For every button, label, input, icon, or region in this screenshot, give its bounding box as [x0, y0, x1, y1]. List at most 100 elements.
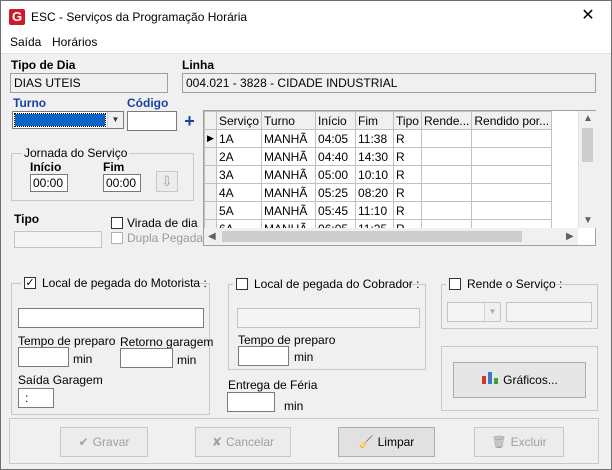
column-header[interactable]: Serviço — [215, 111, 263, 130]
limpar-button[interactable]: 🧹 Limpar — [338, 427, 435, 457]
chevron-down-icon[interactable]: ▼ — [484, 303, 500, 321]
cell-rendido[interactable] — [471, 129, 553, 148]
column-header[interactable]: Rende... — [421, 111, 473, 130]
trash-icon: 🗑 — [491, 435, 507, 449]
cell-rende[interactable] — [421, 201, 473, 220]
scroll-down-icon[interactable]: ▼ — [583, 215, 593, 226]
cell-tipo[interactable]: R — [393, 201, 423, 220]
turno-select[interactable]: ▼ — [12, 111, 124, 129]
tipo-dia-field: DIAS UTEIS — [10, 73, 168, 93]
cell-servico[interactable]: 4A — [215, 183, 263, 202]
row-indicator — [204, 165, 217, 184]
dupla-checkbox[interactable] — [111, 232, 123, 244]
scroll-up-icon[interactable]: ▲ — [583, 113, 593, 124]
cell-tipo[interactable]: R — [393, 147, 423, 166]
menu-saida[interactable]: Saída — [10, 35, 41, 49]
current-row-icon: ▶ — [204, 129, 217, 148]
table-row[interactable]: ▶ 1A MANHÃ 04:05 11:38 R — [204, 129, 553, 148]
cell-rendido[interactable] — [471, 165, 553, 184]
inicio-input[interactable]: 00:00 — [30, 174, 68, 192]
close-button[interactable]: ✕ — [565, 1, 611, 31]
grid-horizontal-scrollbar[interactable]: ◀ ▶ — [204, 228, 578, 245]
scroll-thumb[interactable] — [582, 128, 593, 162]
cell-rende[interactable] — [421, 165, 473, 184]
cell-tipo[interactable]: R — [393, 129, 423, 148]
min-label: min — [177, 353, 197, 367]
rende-field — [506, 302, 592, 322]
jornada-title: Jornada do Serviço — [22, 146, 130, 160]
scroll-left-icon[interactable]: ◀ — [208, 231, 216, 242]
excluir-button[interactable]: 🗑 Excluir — [474, 427, 564, 457]
cell-servico[interactable]: 5A — [215, 201, 263, 220]
column-header[interactable]: Tipo — [393, 111, 423, 130]
table-row[interactable]: 2A MANHÃ 04:40 14:30 R — [204, 147, 553, 166]
cell-rende[interactable] — [421, 147, 473, 166]
motorista-select[interactable] — [18, 308, 204, 328]
cell-rendido[interactable] — [471, 147, 553, 166]
graficos-button[interactable]: Gráficos... — [453, 362, 586, 398]
codigo-input[interactable] — [127, 111, 177, 131]
retorno-input[interactable] — [120, 348, 173, 368]
entrega-input[interactable] — [227, 392, 275, 412]
table-row[interactable]: 4A MANHÃ 05:25 08:20 R — [204, 183, 553, 202]
rende-checkbox[interactable] — [449, 278, 461, 290]
column-header[interactable]: Rendido por... — [471, 111, 553, 130]
cell-fim[interactable]: 08:20 — [355, 183, 395, 202]
column-header[interactable]: Início — [315, 111, 357, 130]
cell-rendido[interactable] — [471, 201, 553, 220]
motorista-checkbox[interactable]: ✓ — [24, 277, 36, 289]
menu-horarios[interactable]: Horários — [52, 35, 97, 49]
app-window: G ESC - Serviços da Programação Horária … — [0, 0, 612, 470]
cell-turno[interactable]: MANHÃ — [261, 201, 317, 220]
cell-fim[interactable]: 11:38 — [355, 129, 395, 148]
cell-inicio[interactable]: 05:00 — [315, 165, 357, 184]
cell-rendido[interactable] — [471, 183, 553, 202]
tipo-select[interactable] — [14, 231, 102, 248]
cell-turno[interactable]: MANHÃ — [261, 183, 317, 202]
cell-inicio[interactable]: 05:45 — [315, 201, 357, 220]
table-row[interactable]: 3A MANHÃ 05:00 10:10 R — [204, 165, 553, 184]
cell-inicio[interactable]: 05:25 — [315, 183, 357, 202]
table-row[interactable]: 5A MANHÃ 05:45 11:10 R — [204, 201, 553, 220]
column-header[interactable]: Fim — [355, 111, 395, 130]
cell-servico[interactable]: 2A — [215, 147, 263, 166]
tempo-preparo-input[interactable] — [18, 347, 69, 367]
saida-input[interactable]: : — [18, 388, 54, 408]
add-icon[interactable]: + — [181, 112, 198, 130]
cell-tipo[interactable]: R — [393, 183, 423, 202]
cobrador-tempo-input[interactable] — [238, 346, 289, 366]
servicos-grid[interactable]: Serviço Turno Início Fim Tipo Rende... R… — [203, 110, 596, 246]
inicio-label: Início — [30, 160, 62, 174]
virada-checkbox[interactable] — [111, 217, 123, 229]
chevron-down-icon[interactable]: ▼ — [107, 112, 123, 128]
cell-servico[interactable]: 1A — [215, 129, 263, 148]
min-label: min — [284, 399, 304, 413]
cell-fim[interactable]: 14:30 — [355, 147, 395, 166]
cobrador-checkbox[interactable] — [236, 278, 248, 290]
grid-vertical-scrollbar[interactable]: ▲ ▼ — [578, 111, 596, 228]
cell-inicio[interactable]: 04:05 — [315, 129, 357, 148]
cell-servico[interactable]: 3A — [215, 165, 263, 184]
min-label: min — [73, 352, 93, 366]
cancelar-button[interactable]: ✘ Cancelar — [195, 427, 291, 457]
row-indicator — [204, 201, 217, 220]
arrow-down-button[interactable]: ⇩ — [156, 171, 178, 192]
cell-turno[interactable]: MANHÃ — [261, 129, 317, 148]
cell-rende[interactable] — [421, 129, 473, 148]
rende-select[interactable]: ▼ — [447, 302, 501, 322]
scroll-right-icon[interactable]: ▶ — [566, 231, 574, 242]
cell-rende[interactable] — [421, 183, 473, 202]
cell-fim[interactable]: 11:10 — [355, 201, 395, 220]
cell-turno[interactable]: MANHÃ — [261, 165, 317, 184]
fim-input[interactable]: 00:00 — [103, 174, 141, 192]
scroll-thumb[interactable] — [222, 231, 522, 242]
checkmark-icon: ✔ — [78, 435, 89, 449]
cell-fim[interactable]: 10:10 — [355, 165, 395, 184]
cell-tipo[interactable]: R — [393, 165, 423, 184]
gravar-button[interactable]: ✔ Gravar — [60, 427, 148, 457]
cell-turno[interactable]: MANHÃ — [261, 147, 317, 166]
column-header[interactable]: Turno — [261, 111, 317, 130]
cobrador-select[interactable] — [237, 308, 420, 328]
cell-inicio[interactable]: 04:40 — [315, 147, 357, 166]
turno-selection — [14, 113, 106, 127]
